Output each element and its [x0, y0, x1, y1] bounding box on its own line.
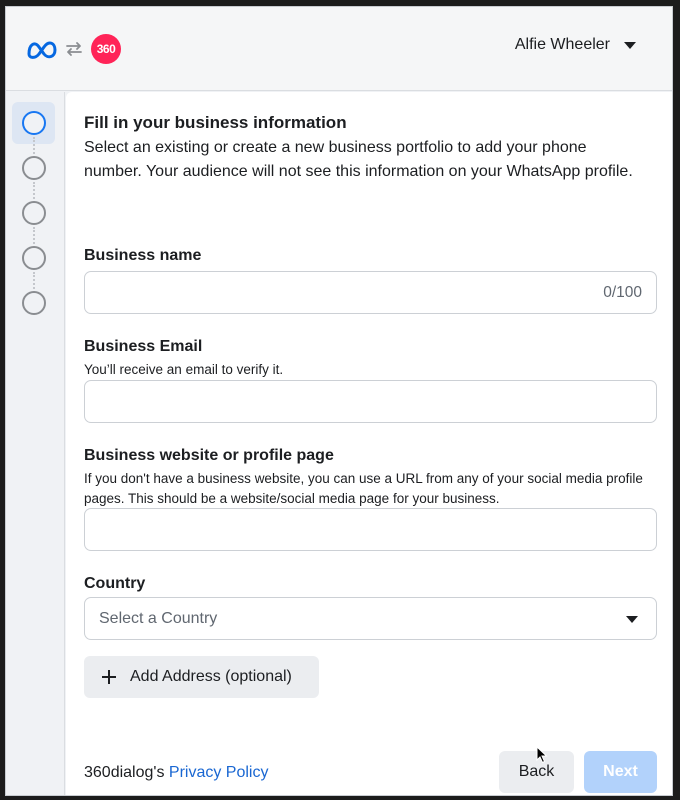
country-select[interactable]: Select a Country [84, 597, 657, 640]
user-name: Alfie Wheeler [514, 36, 610, 53]
add-address-label: Add Address (optional) [130, 668, 292, 685]
form-title: Fill in your business information [84, 113, 347, 132]
business-website-label: Business website or profile page [84, 447, 334, 464]
step-connector [33, 137, 35, 154]
dialog-window: 360 Alfie Wheeler Fill in your business … [5, 6, 673, 796]
policy-prefix: 360dialog's [84, 764, 165, 781]
swap-arrows-icon [66, 42, 82, 56]
logo-group: 360 [26, 34, 121, 64]
mouse-cursor-icon [536, 746, 548, 764]
step-progress [6, 92, 65, 795]
user-menu[interactable]: Alfie Wheeler [515, 36, 636, 54]
360dialog-logo-icon: 360 [91, 34, 121, 64]
step-4-icon [22, 246, 46, 270]
form-description: Select an existing or create a new busin… [84, 139, 633, 180]
character-counter: 0/100 [603, 284, 642, 301]
form-panel: Fill in your business information Select… [66, 92, 672, 795]
header: 360 Alfie Wheeler [6, 7, 672, 91]
chevron-down-icon [626, 616, 638, 623]
business-email-input[interactable] [84, 380, 657, 423]
step-2-icon [22, 156, 46, 180]
step-1-icon [22, 111, 46, 135]
privacy-policy-text: 360dialog's Privacy Policy [84, 764, 268, 782]
business-name-input[interactable]: 0/100 [84, 271, 657, 314]
add-address-button[interactable]: Add Address (optional) [84, 656, 319, 698]
business-website-hint: If you don't have a business website, yo… [84, 471, 643, 506]
plus-icon [102, 670, 116, 684]
step-connector [33, 272, 35, 289]
business-email-label: Business Email [84, 338, 203, 355]
step-3-icon [22, 201, 46, 225]
meta-logo-icon [27, 41, 57, 59]
country-label: Country [84, 575, 146, 592]
chevron-down-icon [624, 41, 636, 49]
next-button[interactable]: Next [584, 751, 657, 793]
privacy-policy-link[interactable]: Privacy Policy [169, 764, 269, 781]
step-connector [33, 227, 35, 244]
country-placeholder: Select a Country [99, 610, 218, 627]
business-name-label: Business name [84, 247, 202, 264]
business-website-input[interactable] [84, 508, 657, 551]
step-connector [33, 182, 35, 199]
step-5-icon [22, 291, 46, 315]
business-email-hint: You’ll receive an email to verify it. [84, 362, 284, 377]
logo-360-text: 360 [96, 42, 116, 56]
